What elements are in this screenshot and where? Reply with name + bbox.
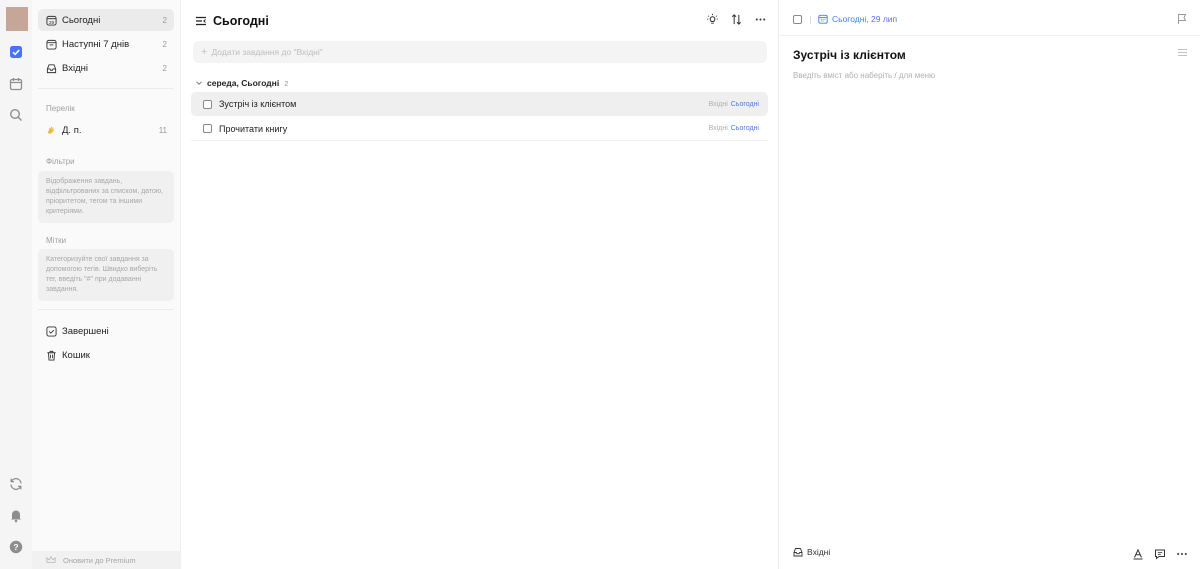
sidebar-item-label: Завершені bbox=[62, 325, 109, 337]
task-content-input[interactable]: Введіть вміст або наберіть / для меню bbox=[793, 71, 935, 80]
due-date-label: Сьогодні, 29 лип bbox=[832, 14, 898, 24]
list-toolbar bbox=[704, 11, 768, 27]
task-list-name: Вхідні bbox=[708, 100, 728, 108]
divider bbox=[38, 88, 174, 89]
detail-footer: Вхідні bbox=[780, 539, 1200, 569]
inbox-icon bbox=[793, 547, 803, 557]
sidebar-item-label: Вхідні bbox=[62, 62, 88, 74]
calendar-week-icon bbox=[46, 39, 57, 50]
calendar-icon[interactable] bbox=[6, 74, 26, 94]
more-icon[interactable] bbox=[1176, 548, 1188, 560]
add-task-placeholder: Додати завдання до "Вхідні" bbox=[211, 47, 323, 57]
svg-text:?: ? bbox=[13, 542, 18, 552]
chevron-down-icon bbox=[195, 79, 203, 87]
bell-icon[interactable] bbox=[6, 505, 26, 525]
due-date-button[interactable]: Сьогодні, 29 лип bbox=[818, 14, 897, 24]
more-icon[interactable] bbox=[752, 11, 768, 27]
completed-check-icon bbox=[46, 325, 57, 337]
plus-icon: + bbox=[201, 46, 208, 58]
hand-emoji-icon bbox=[46, 125, 57, 136]
group-count: 2 bbox=[284, 78, 289, 88]
sidebar-item-label: Кошик bbox=[62, 349, 90, 361]
filters-header: Фільтри bbox=[46, 157, 75, 166]
task-row[interactable]: Зустріч із клієнтом Вхідні Сьогодні bbox=[191, 92, 768, 116]
divider bbox=[38, 309, 174, 310]
task-checkbox[interactable] bbox=[203, 124, 212, 133]
task-row[interactable]: Прочитати книгу Вхідні Сьогодні bbox=[191, 117, 768, 141]
sidebar-item-label: Д. п. bbox=[62, 124, 82, 136]
sidebar-item-today[interactable]: 29 Сьогодні 2 bbox=[38, 9, 174, 31]
comment-icon[interactable] bbox=[1154, 548, 1166, 560]
sidebar-item-count: 2 bbox=[162, 15, 167, 25]
sidebar-item-inbox[interactable]: Вхідні 2 bbox=[38, 57, 174, 79]
lightbulb-icon[interactable] bbox=[704, 11, 720, 27]
task-meta: Вхідні Сьогодні bbox=[709, 125, 759, 132]
detail-actions bbox=[1132, 548, 1188, 560]
filters-hint: Відображення завдань, відфільтрованих за… bbox=[38, 171, 174, 223]
move-to-list-button[interactable]: Вхідні bbox=[793, 547, 830, 557]
search-icon[interactable] bbox=[6, 105, 26, 125]
help-icon[interactable]: ? bbox=[6, 537, 26, 557]
task-list-panel: Сьогодні + Додати завдання до "Вхідні" с… bbox=[181, 0, 779, 569]
svg-text:29: 29 bbox=[49, 19, 55, 24]
avatar[interactable] bbox=[6, 7, 28, 31]
sidebar-item-list[interactable]: Д. п. 11 bbox=[38, 119, 174, 141]
priority-flag-icon[interactable] bbox=[1176, 13, 1188, 25]
page-title: Сьогодні bbox=[213, 14, 269, 28]
trash-icon bbox=[46, 350, 57, 361]
sidebar-item-next-7-days[interactable]: Наступні 7 днів 2 bbox=[38, 33, 174, 55]
task-title-field[interactable]: Зустріч із клієнтом bbox=[793, 48, 906, 62]
add-task-input[interactable]: + Додати завдання до "Вхідні" bbox=[193, 41, 767, 63]
sync-icon[interactable] bbox=[6, 474, 26, 494]
calendar-today-icon: 29 bbox=[46, 15, 57, 26]
task-due-date[interactable]: Сьогодні bbox=[731, 101, 759, 108]
outline-menu-icon[interactable] bbox=[1177, 47, 1188, 58]
task-meta: Вхідні Сьогодні bbox=[709, 101, 759, 108]
sidebar-item-count: 11 bbox=[158, 125, 167, 135]
lists-header: Перелік bbox=[46, 104, 75, 113]
divider bbox=[810, 16, 811, 24]
task-title: Зустріч із клієнтом bbox=[219, 99, 297, 109]
list-header: Сьогодні bbox=[195, 12, 269, 30]
app-window: ? 29 Сьогодні 2 Наступні 7 днів 2 Вхідні… bbox=[0, 0, 1200, 569]
task-checkbox[interactable] bbox=[203, 99, 212, 109]
sidebar-item-completed[interactable]: Завершені bbox=[38, 320, 174, 342]
tasks-check-icon[interactable] bbox=[6, 42, 26, 62]
sidebar-item-count: 2 bbox=[162, 63, 167, 73]
sidebar-item-label: Сьогодні bbox=[62, 14, 101, 26]
group-label: середа, Сьогодні bbox=[207, 78, 280, 88]
sidebar: 29 Сьогодні 2 Наступні 7 днів 2 Вхідні 2… bbox=[32, 0, 181, 569]
task-title: Прочитати книгу bbox=[219, 123, 288, 134]
inbox-icon bbox=[46, 63, 57, 74]
detail-header: Сьогодні, 29 лип bbox=[780, 0, 1200, 36]
sidebar-item-count: 2 bbox=[162, 39, 167, 49]
premium-label: Оновити до Premium bbox=[63, 555, 136, 565]
upgrade-premium-button[interactable]: Оновити до Premium bbox=[32, 551, 181, 569]
task-due-date[interactable]: Сьогодні bbox=[731, 125, 759, 132]
task-list-name: Вхідні bbox=[708, 125, 728, 132]
sidebar-item-label: Наступні 7 днів bbox=[62, 38, 130, 50]
detail-checkbox[interactable] bbox=[793, 15, 802, 24]
tags-hint: Категоризуйте свої завдання за допомогою… bbox=[38, 249, 174, 301]
list-name: Вхідні bbox=[807, 547, 831, 557]
collapse-menu-icon[interactable] bbox=[195, 15, 207, 27]
calendar-icon bbox=[818, 14, 828, 24]
sort-icon[interactable] bbox=[728, 11, 744, 27]
sidebar-item-trash[interactable]: Кошик bbox=[38, 344, 174, 366]
nav-rail: ? bbox=[0, 0, 32, 569]
text-format-icon[interactable] bbox=[1132, 548, 1144, 560]
task-detail-panel: Сьогодні, 29 лип Зустріч із клієнтом Вве… bbox=[780, 0, 1200, 569]
tags-header: Мітки bbox=[46, 236, 67, 245]
task-group-header[interactable]: середа, Сьогодні 2 bbox=[195, 78, 288, 88]
crown-icon bbox=[46, 555, 56, 565]
